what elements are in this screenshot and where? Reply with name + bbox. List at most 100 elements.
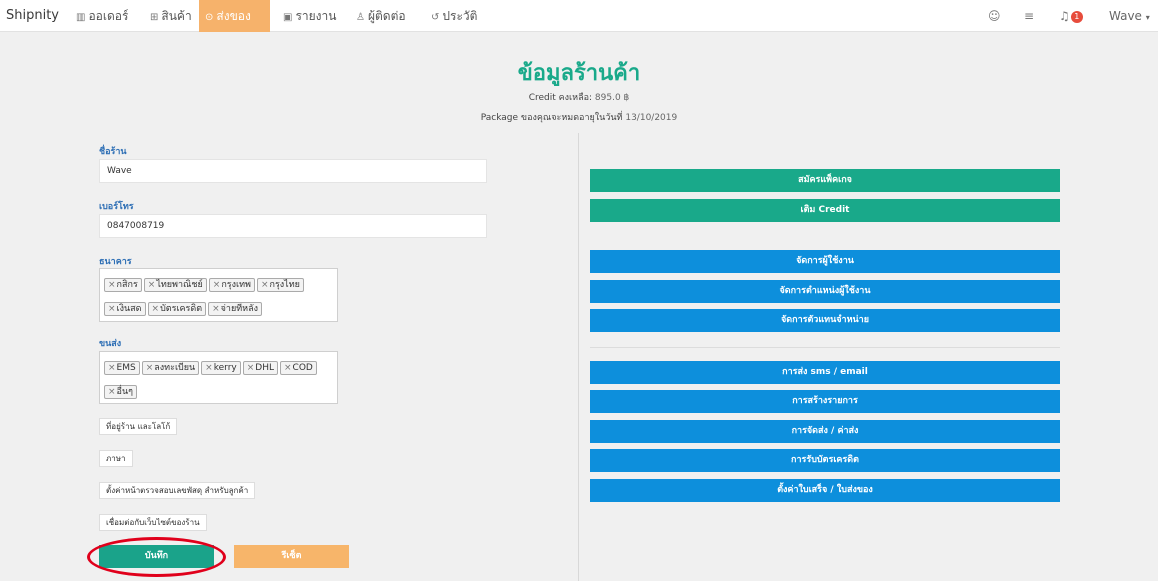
sms-email-settings-button[interactable]: การส่ง sms / email xyxy=(590,361,1060,384)
subscribe-package-button[interactable]: สมัครแพ็คเกจ xyxy=(590,169,1060,192)
nav-orders-label: ออเดอร์ xyxy=(88,9,129,23)
reset-button[interactable]: รีเซ็ต xyxy=(234,545,349,568)
notifications[interactable]: ♫ 1 xyxy=(1059,0,1083,32)
top-navbar: Shipnity ▥ ออเดอร์ ⊞ สินค้า ⊙ ส่งของ ▣ รายงา… xyxy=(0,0,1158,32)
page-title: ข้อมูลร้านค้า xyxy=(517,61,641,86)
shop-name-label: ชื่อร้าน xyxy=(99,147,127,157)
manage-users-button[interactable]: จัดการผู้ใช้งาน xyxy=(590,250,1060,273)
tag-label: ลงทะเบียน xyxy=(154,363,196,373)
orders-icon: ▥ xyxy=(76,12,86,23)
tag-remove-icon[interactable]: × xyxy=(205,363,213,373)
nav-products[interactable]: ⊞ สินค้า xyxy=(144,0,198,32)
tag-shipping[interactable]: ×COD xyxy=(279,361,317,375)
nav-history[interactable]: ↺ ประวัติ xyxy=(425,0,483,32)
save-button-highlight xyxy=(87,537,226,577)
tag-bank[interactable]: ×กสิกร xyxy=(104,278,142,292)
tag-remove-icon[interactable]: × xyxy=(148,280,156,290)
shipping-icon: ⊙ xyxy=(205,12,214,23)
tag-remove-icon[interactable]: × xyxy=(108,387,116,397)
tag-shipping[interactable]: ×DHL xyxy=(242,361,278,375)
tag-label: EMS xyxy=(116,363,136,373)
tag-remove-icon[interactable]: × xyxy=(261,280,269,290)
manage-user-roles-button[interactable]: จัดการตำแหน่งผู้ใช้งาน xyxy=(590,280,1060,303)
nav-contacts-label: ผู้ติดต่อ xyxy=(367,9,406,23)
tag-label: kerry xyxy=(213,363,237,373)
products-icon: ⊞ xyxy=(150,12,159,23)
tag-remove-icon[interactable]: × xyxy=(108,280,116,290)
column-divider xyxy=(578,133,579,581)
tag-label: อื่นๆ xyxy=(116,387,133,397)
bell-icon: ♫ xyxy=(1059,9,1070,23)
phone-input[interactable]: 0847008719 xyxy=(99,214,487,238)
manage-resellers-button[interactable]: จัดการตัวแทนจำหน่าย xyxy=(590,309,1060,332)
connect-website-button[interactable]: เชื่อมต่อกับเว็บไซต์ของร้าน xyxy=(99,514,207,531)
tag-label: กรุงไทย xyxy=(269,280,300,290)
credit-info: Credit คงเหลือ: 895.0 ฿ xyxy=(0,90,1158,104)
nav-orders[interactable]: ▥ ออเดอร์ xyxy=(70,0,134,32)
receipt-settings-button[interactable]: ตั้งค่าใบเสร็จ / ใบส่งของ xyxy=(590,479,1060,502)
package-info: Package ของคุณจะหมดอายุในวันที่ 13/10/20… xyxy=(0,110,1158,124)
section-divider xyxy=(590,347,1060,348)
tag-bank[interactable]: ×กรุงเทพ xyxy=(208,278,255,292)
tag-bank[interactable]: ×กรุงไทย xyxy=(256,278,304,292)
tag-remove-icon[interactable]: × xyxy=(212,304,220,314)
tag-label: จ่ายทีหลัง xyxy=(220,304,259,314)
tag-label: กสิกร xyxy=(116,280,138,290)
tag-label: COD xyxy=(292,363,313,373)
brand-logo[interactable]: Shipnity xyxy=(6,0,59,32)
tag-bank[interactable]: ×จ่ายทีหลัง xyxy=(208,302,263,316)
shipping-label: ขนส่ง xyxy=(99,339,122,349)
credit-value: 895.0 ฿ xyxy=(594,93,630,103)
tag-bank[interactable]: ×บัตรเครดิต xyxy=(147,302,207,316)
tag-label: เงินสด xyxy=(116,304,142,314)
order-creation-settings-button[interactable]: การสร้างรายการ xyxy=(590,390,1060,413)
tag-remove-icon[interactable]: × xyxy=(108,363,116,373)
tag-shipping[interactable]: ×EMS xyxy=(104,361,140,375)
tag-label: กรุงเทพ xyxy=(221,280,251,290)
nav-reports[interactable]: ▣ รายงาน xyxy=(277,0,342,32)
notification-badge: 1 xyxy=(1070,11,1083,23)
history-icon: ↺ xyxy=(431,12,440,23)
reports-icon: ▣ xyxy=(283,12,293,23)
nav-shipping[interactable]: ⊙ ส่งของ xyxy=(199,0,270,32)
shipping-cost-settings-button[interactable]: การจัดส่ง / ค่าส่ง xyxy=(590,420,1060,443)
tag-shipping[interactable]: ×ลงทะเบียน xyxy=(141,361,200,375)
nav-shipping-label: ส่งของ xyxy=(216,9,251,23)
tag-shipping[interactable]: ×อื่นๆ xyxy=(104,385,137,399)
tag-remove-icon[interactable]: × xyxy=(284,363,292,373)
tag-label: บัตรเครดิต xyxy=(160,304,203,314)
user-name: Wave xyxy=(1109,9,1142,23)
tag-label: ไทยพาณิชย์ xyxy=(156,280,203,290)
tracking-page-settings-button[interactable]: ตั้งค่าหน้าตรวจสอบเลขพัสดุ สำหรับลูกค้า xyxy=(99,482,256,499)
user-menu[interactable]: Wave ▾ xyxy=(1109,0,1150,32)
language-button[interactable]: ภาษา xyxy=(99,450,133,467)
shipping-tag-select[interactable]: ×EMS ×ลงทะเบียน ×kerry ×DHL ×COD×อื่นๆ xyxy=(99,351,338,404)
package-label: Package ของคุณจะหมดอายุในวันที่ xyxy=(480,113,623,123)
settings-icon[interactable]: ≡ xyxy=(1024,0,1034,32)
tag-remove-icon[interactable]: × xyxy=(146,363,154,373)
address-logo-button[interactable]: ที่อยู่ร้าน และโลโก้ xyxy=(99,418,178,435)
tag-label: DHL xyxy=(255,363,274,373)
tag-bank[interactable]: ×เงินสด xyxy=(104,302,146,316)
nav-contacts[interactable]: ♙ ผู้ติดต่อ xyxy=(350,0,412,32)
bank-label: ธนาคาร xyxy=(99,257,132,267)
tag-remove-icon[interactable]: × xyxy=(247,363,255,373)
tag-remove-icon[interactable]: × xyxy=(213,280,221,290)
tag-remove-icon[interactable]: × xyxy=(108,304,116,314)
add-credit-button[interactable]: เติม Credit xyxy=(590,199,1060,222)
contacts-icon: ♙ xyxy=(356,12,365,23)
credit-card-settings-button[interactable]: การรับบัตรเครดิต xyxy=(590,449,1060,472)
credit-label: Credit คงเหลือ: xyxy=(528,93,593,103)
chevron-down-icon: ▾ xyxy=(1145,13,1150,22)
tag-shipping[interactable]: ×kerry xyxy=(201,361,241,375)
package-date: 13/10/2019 xyxy=(625,113,678,123)
nav-history-label: ประวัติ xyxy=(442,9,478,23)
nav-reports-label: รายงาน xyxy=(295,9,337,23)
tag-remove-icon[interactable]: × xyxy=(152,304,160,314)
bank-tag-select[interactable]: ×กสิกร ×ไทยพาณิชย์ ×กรุงเทพ ×กรุงไทย×เงินสด… xyxy=(99,268,338,322)
chat-icon[interactable]: ☺ xyxy=(988,0,1001,32)
nav-products-label: สินค้า xyxy=(161,9,192,23)
phone-label: เบอร์โทร xyxy=(99,202,134,212)
shop-name-input[interactable]: Wave xyxy=(99,159,487,183)
tag-bank[interactable]: ×ไทยพาณิชย์ xyxy=(143,278,207,292)
